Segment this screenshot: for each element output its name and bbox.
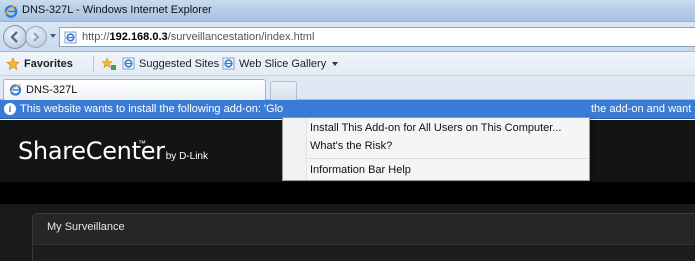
separator [93, 56, 94, 72]
favorites-label: Favorites [24, 58, 73, 70]
tab-strip: DNS-327L [0, 76, 695, 100]
back-button[interactable] [3, 25, 27, 49]
ie-page-icon [122, 57, 135, 70]
forward-arrow-icon [33, 32, 40, 42]
header-band [0, 182, 695, 204]
addon-context-menu: Install This Add-on for All Users on Thi… [282, 117, 590, 181]
menu-icon-gutter [283, 118, 307, 180]
logo-trademark: ™ [138, 139, 146, 148]
recent-pages-dropdown-icon[interactable] [50, 34, 56, 38]
new-tab-button[interactable] [270, 81, 297, 100]
menu-item-whats-the-risk[interactable]: What's the Risk? [310, 140, 392, 152]
tab-dns-327l[interactable]: DNS-327L [3, 79, 266, 100]
suggested-sites-menu[interactable]: Suggested Sites [122, 57, 232, 70]
web-slice-gallery-menu[interactable]: Web Slice Gallery [222, 57, 339, 70]
forward-button[interactable] [25, 26, 47, 48]
favorites-button[interactable]: Favorites [6, 57, 73, 71]
info-shield-icon: i [4, 103, 16, 115]
star-icon [6, 57, 20, 71]
navigation-bar: http://192.168.0.3/surveillancestation/i… [0, 22, 695, 52]
web-slice-gallery-label: Web Slice Gallery [239, 57, 327, 70]
panel-toolbar [33, 244, 695, 261]
menu-item-install-addon[interactable]: Install This Add-on for All Users on Thi… [310, 122, 562, 134]
suggested-sites-label: Suggested Sites [139, 57, 220, 70]
chevron-down-icon [332, 61, 339, 66]
logo-by-dlink: by D-Link [165, 151, 208, 162]
window-title-bar: DNS-327L - Windows Internet Explorer [0, 0, 695, 22]
add-to-favorites-icon[interactable] [101, 57, 117, 71]
ie-page-icon [64, 31, 77, 44]
sharecenter-logo[interactable]: ShareCenter ™ by D-Link [18, 137, 208, 165]
surveillance-panel: My Surveillance [32, 213, 695, 261]
window-title: DNS-327L - Windows Internet Explorer [22, 4, 212, 16]
menu-item-information-bar-help[interactable]: Information Bar Help [310, 164, 411, 176]
favorites-bar: Favorites Suggested Sites Web Slice Gall… [0, 52, 695, 76]
menu-separator [309, 158, 587, 159]
panel-title: My Surveillance [47, 221, 125, 233]
tab-label: DNS-327L [26, 84, 78, 96]
ie-page-icon [222, 57, 235, 70]
back-arrow-icon [10, 31, 18, 43]
ie-logo-icon [4, 5, 18, 18]
address-field[interactable]: http://192.168.0.3/surveillancestation/i… [59, 27, 695, 47]
ie-logo-icon [9, 84, 22, 96]
information-bar-text: This website wants to install the follow… [20, 103, 695, 115]
address-url: http://192.168.0.3/surveillancestation/i… [82, 31, 315, 43]
